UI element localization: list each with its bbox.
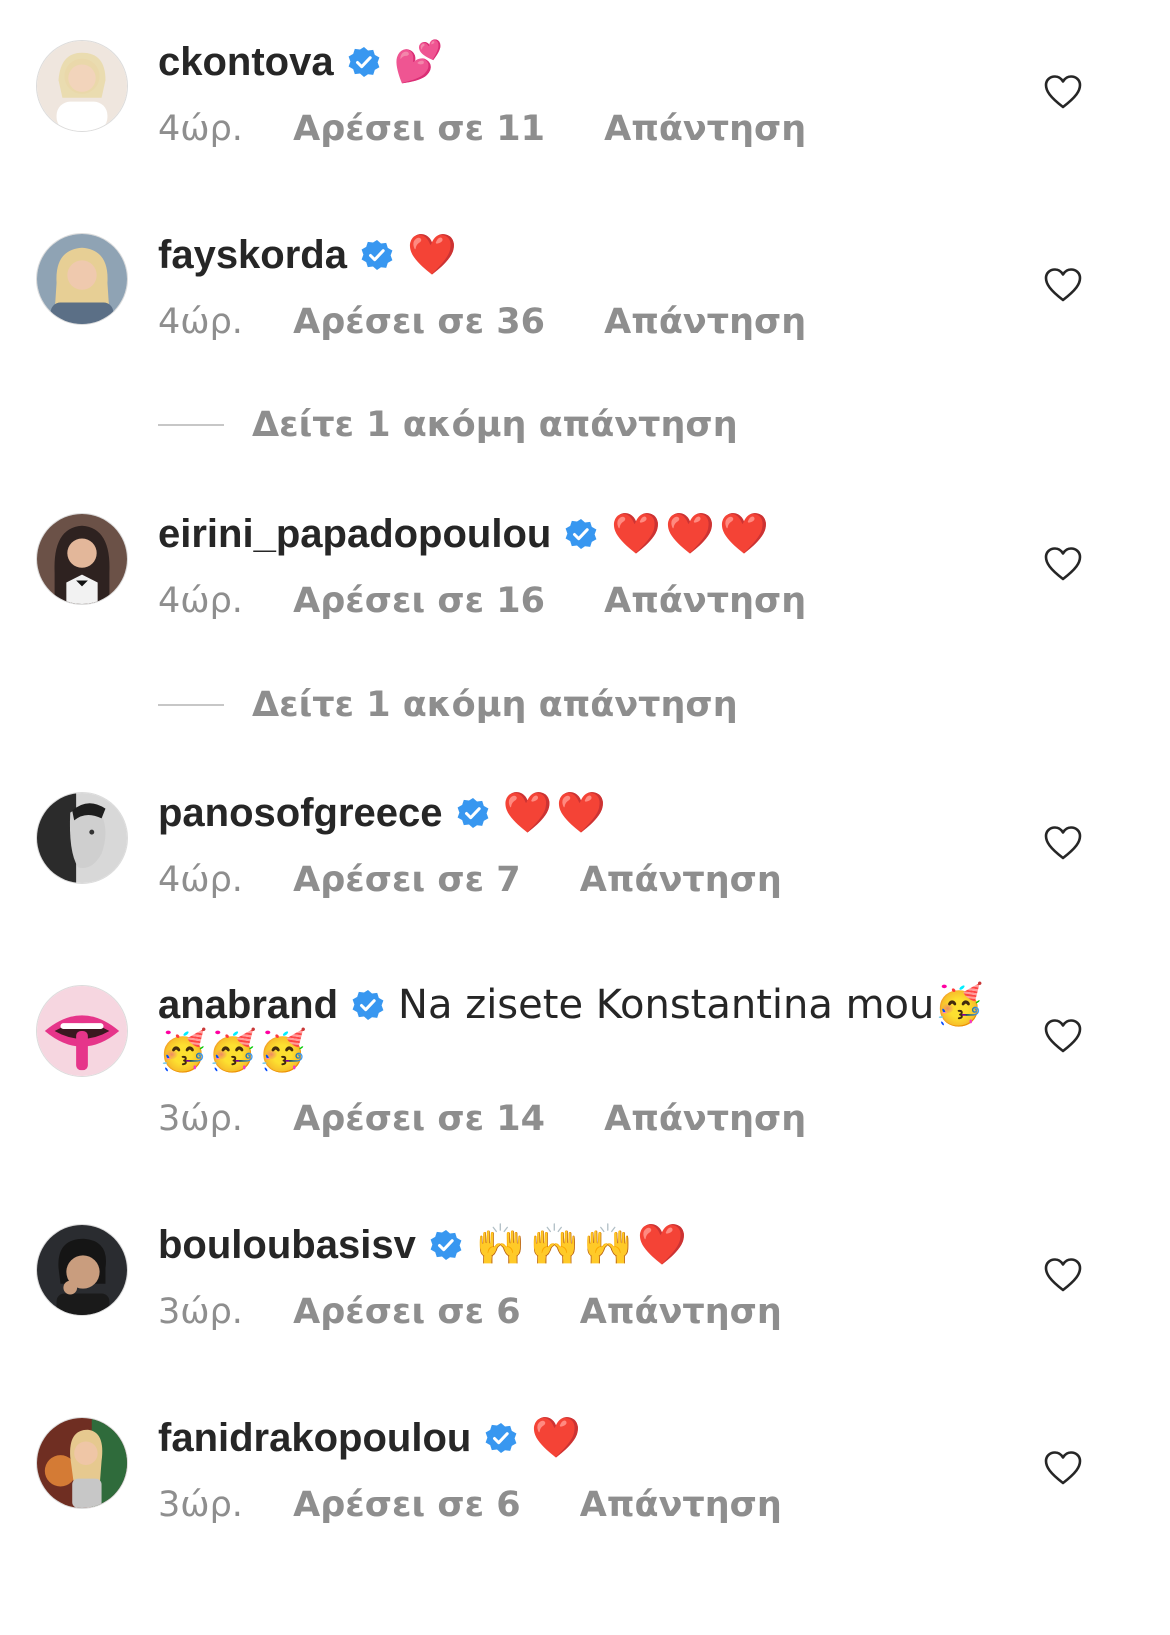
verified-badge-icon bbox=[457, 797, 489, 829]
reply-button[interactable]: Απάντηση bbox=[604, 580, 806, 622]
verified-badge-icon bbox=[430, 1229, 462, 1261]
likes-count[interactable]: Αρέσει σε 16 bbox=[293, 580, 545, 622]
reply-button[interactable]: Απάντηση bbox=[604, 108, 806, 150]
username[interactable]: fanidrakopoulou bbox=[158, 1414, 471, 1462]
comment-text: ❤️❤️❤️ bbox=[611, 511, 773, 557]
reply-button[interactable]: Απάντηση bbox=[580, 859, 782, 901]
comments-screen: { "comments": [ {"username": "ckontova",… bbox=[0, 0, 1170, 1635]
comment-time: 4ώρ. bbox=[158, 109, 243, 149]
username[interactable]: ckontova bbox=[158, 38, 334, 86]
comment-text: ❤️❤️ bbox=[502, 790, 611, 836]
like-heart-icon[interactable] bbox=[1044, 1257, 1082, 1293]
comment-time: 3ώρ. bbox=[158, 1485, 243, 1525]
likes-count[interactable]: Αρέσει σε 11 bbox=[293, 108, 545, 150]
comment-text: 💕 bbox=[393, 39, 444, 85]
verified-badge-icon bbox=[348, 46, 380, 78]
reply-button[interactable]: Απάντηση bbox=[604, 1098, 806, 1140]
username[interactable]: bouloubasisv bbox=[158, 1221, 416, 1269]
like-heart-icon[interactable] bbox=[1044, 1018, 1082, 1054]
comment-text: 🙌🙌🙌❤️ bbox=[475, 1222, 692, 1268]
comment-text-continued: 🥳🥳🥳 bbox=[158, 1028, 308, 1074]
verified-badge-icon bbox=[485, 1422, 517, 1454]
likes-count[interactable]: Αρέσει σε 36 bbox=[293, 301, 545, 343]
verified-badge-icon bbox=[361, 239, 393, 271]
avatar[interactable] bbox=[36, 792, 128, 884]
divider-line bbox=[158, 704, 224, 706]
view-more-replies[interactable]: Δείτε 1 ακόμη απάντηση bbox=[158, 685, 738, 725]
reply-button[interactable]: Απάντηση bbox=[604, 301, 806, 343]
comment-text: ❤️ bbox=[531, 1415, 586, 1461]
like-heart-icon[interactable] bbox=[1044, 74, 1082, 110]
comment-time: 3ώρ. bbox=[158, 1099, 243, 1139]
comment-time: 4ώρ. bbox=[158, 581, 243, 621]
username[interactable]: fayskorda bbox=[158, 231, 347, 279]
comment-text: ❤️ bbox=[406, 232, 461, 278]
view-more-replies-label[interactable]: Δείτε 1 ακόμη απάντηση bbox=[252, 685, 738, 725]
comment-text: Na zisete Konstantina mou🥳 bbox=[398, 982, 985, 1028]
username[interactable]: panosofgreece bbox=[158, 789, 443, 837]
avatar[interactable] bbox=[36, 1224, 128, 1316]
divider-line bbox=[158, 424, 224, 426]
view-more-replies[interactable]: Δείτε 1 ακόμη απάντηση bbox=[158, 405, 738, 445]
comment-time: 4ώρ. bbox=[158, 302, 243, 342]
like-heart-icon[interactable] bbox=[1044, 267, 1082, 303]
like-heart-icon[interactable] bbox=[1044, 1450, 1082, 1486]
username[interactable]: anabrand bbox=[158, 981, 338, 1029]
username[interactable]: eirini_papadopoulou bbox=[158, 510, 551, 558]
comment-time: 4ώρ. bbox=[158, 860, 243, 900]
view-more-replies-label[interactable]: Δείτε 1 ακόμη απάντηση bbox=[252, 405, 738, 445]
likes-count[interactable]: Αρέσει σε 6 bbox=[293, 1484, 520, 1526]
like-heart-icon[interactable] bbox=[1044, 825, 1082, 861]
verified-badge-icon bbox=[565, 518, 597, 550]
like-heart-icon[interactable] bbox=[1044, 546, 1082, 582]
comment-time: 3ώρ. bbox=[158, 1292, 243, 1332]
likes-count[interactable]: Αρέσει σε 7 bbox=[293, 859, 520, 901]
verified-badge-icon bbox=[352, 989, 384, 1021]
avatar[interactable] bbox=[36, 40, 128, 132]
likes-count[interactable]: Αρέσει σε 6 bbox=[293, 1291, 520, 1333]
avatar[interactable] bbox=[36, 233, 128, 325]
avatar[interactable] bbox=[36, 1417, 128, 1509]
avatar[interactable] bbox=[36, 513, 128, 605]
likes-count[interactable]: Αρέσει σε 14 bbox=[293, 1098, 545, 1140]
reply-button[interactable]: Απάντηση bbox=[580, 1291, 782, 1333]
reply-button[interactable]: Απάντηση bbox=[580, 1484, 782, 1526]
avatar[interactable] bbox=[36, 985, 128, 1077]
